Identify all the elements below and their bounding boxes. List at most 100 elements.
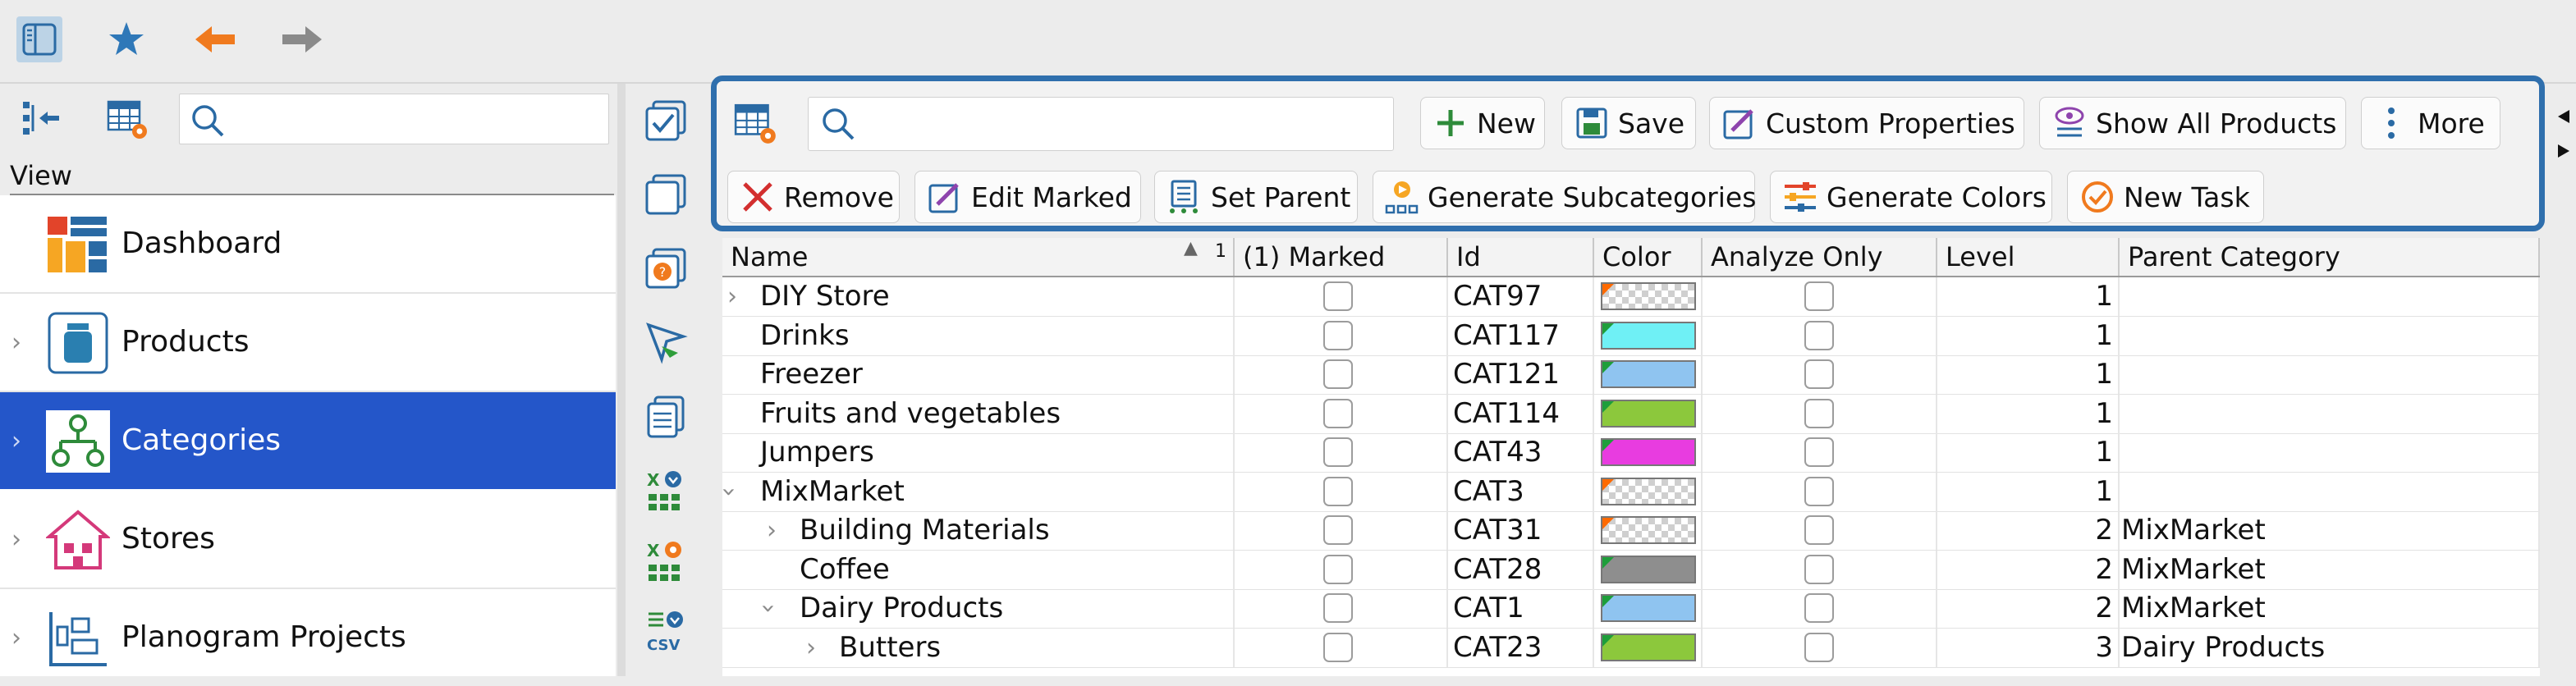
table-row[interactable]: › Butters CAT23 3 Dairy Products — [722, 628, 2540, 668]
set-parent-button[interactable]: Set Parent — [1154, 171, 1358, 223]
new-task-button[interactable]: New Task — [2067, 171, 2264, 223]
table-row[interactable]: Freezer CAT121 1 — [722, 355, 2540, 395]
table-row[interactable]: Fruits and vegetables CAT114 1 — [722, 394, 2540, 434]
excel-import-button[interactable]: X — [640, 464, 693, 517]
marked-checkbox[interactable] — [1323, 281, 1353, 311]
table-row[interactable]: Jumpers CAT43 1 — [722, 433, 2540, 473]
mark-all-button[interactable] — [640, 95, 693, 148]
nav-item-dashboard[interactable]: Dashboard — [0, 195, 616, 292]
copy-button[interactable] — [640, 391, 693, 443]
custom-properties-button[interactable]: Custom Properties — [1709, 97, 2024, 149]
cell-id: CAT28 — [1448, 550, 1594, 589]
color-swatch[interactable] — [1601, 594, 1696, 622]
color-swatch[interactable] — [1601, 438, 1696, 466]
csv-export-button[interactable]: CSV — [640, 606, 693, 658]
analyze-only-checkbox[interactable] — [1804, 320, 1834, 350]
table-settings-button[interactable] — [105, 97, 151, 143]
remove-button[interactable]: Remove — [727, 171, 900, 223]
forward-button[interactable] — [279, 16, 325, 62]
marked-checkbox[interactable] — [1323, 476, 1353, 506]
nav-item-planogram-projects[interactable]: › Planogram Projects — [0, 589, 616, 686]
color-swatch[interactable] — [1601, 516, 1696, 544]
table-row[interactable]: Drinks CAT117 1 — [722, 316, 2540, 356]
column-header-analyze-only[interactable]: Analyze Only — [1703, 238, 1937, 276]
analyze-only-checkbox[interactable] — [1804, 593, 1834, 623]
table-row[interactable]: › Building Materials CAT31 2 MixMarket — [722, 511, 2540, 551]
marked-checkbox[interactable] — [1323, 320, 1353, 350]
analyze-only-checkbox[interactable] — [1804, 281, 1834, 311]
analyze-only-checkbox[interactable] — [1804, 437, 1834, 467]
chevron-right-icon[interactable]: › — [767, 511, 777, 550]
table-row[interactable]: › MixMarket CAT3 1 — [715, 472, 2540, 512]
new-button[interactable]: New — [1420, 97, 1545, 149]
column-header-marked[interactable]: (1) Marked — [1235, 238, 1448, 276]
color-swatch[interactable] — [1601, 555, 1696, 583]
chevron-right-icon[interactable]: › — [11, 294, 21, 391]
column-settings-button[interactable] — [732, 100, 780, 148]
table-row[interactable]: Coffee CAT28 2 MixMarket — [722, 550, 2540, 590]
marked-checkbox[interactable] — [1323, 398, 1353, 428]
color-swatch[interactable] — [1601, 360, 1696, 388]
generate-colors-button[interactable]: Generate Colors — [1770, 171, 2052, 223]
nav-item-products[interactable]: › Products — [0, 294, 616, 391]
column-header-id[interactable]: Id — [1448, 238, 1594, 276]
chevron-right-icon[interactable]: › — [727, 277, 737, 316]
marked-checkbox[interactable] — [1323, 515, 1353, 545]
analyze-only-checkbox[interactable] — [1804, 359, 1834, 389]
panel-splitter[interactable] — [617, 84, 626, 676]
invert-marks-button[interactable]: ? — [640, 243, 693, 295]
select-cursor-button[interactable] — [640, 317, 693, 369]
favorites-button[interactable] — [103, 16, 149, 62]
more-button[interactable]: More — [2361, 97, 2500, 149]
analyze-only-checkbox[interactable] — [1804, 476, 1834, 506]
svg-text:CSV: CSV — [647, 637, 681, 654]
category-id: CAT121 — [1453, 358, 1561, 391]
color-swatch[interactable] — [1601, 399, 1696, 428]
save-button[interactable]: Save — [1561, 97, 1696, 149]
show-all-products-button[interactable]: Show All Products — [2039, 97, 2346, 149]
color-swatch[interactable] — [1601, 633, 1696, 661]
marked-checkbox[interactable] — [1323, 359, 1353, 389]
nav-item-label: Stores — [121, 522, 215, 556]
table-settings-icon — [107, 100, 147, 139]
cell-parent-category — [2120, 277, 2540, 316]
table-row[interactable]: › Dairy Products CAT1 2 MixMarket — [722, 589, 2540, 629]
chevron-right-icon[interactable]: › — [806, 629, 816, 667]
toolbar-scroll-arrows[interactable] — [2551, 98, 2576, 172]
table-row[interactable]: › DIY Store CAT97 1 — [722, 277, 2540, 317]
collapse-panel-button[interactable] — [20, 97, 64, 141]
analyze-only-checkbox[interactable] — [1804, 398, 1834, 428]
column-header-parent-category[interactable]: Parent Category — [2120, 238, 2540, 276]
analyze-only-checkbox[interactable] — [1804, 632, 1834, 662]
nav-item-categories[interactable]: › Categories — [0, 392, 616, 489]
analyze-only-checkbox[interactable] — [1804, 554, 1834, 584]
category-search-input[interactable] — [808, 97, 1394, 151]
chevron-down-icon[interactable]: › — [749, 604, 788, 614]
color-corner-marker — [1602, 284, 1614, 295]
unmark-all-button[interactable] — [640, 169, 693, 222]
column-header-name[interactable]: Name ▲ 1 — [722, 238, 1235, 276]
color-swatch[interactable] — [1601, 282, 1696, 310]
chevron-right-icon[interactable]: › — [11, 589, 21, 686]
marked-checkbox[interactable] — [1323, 593, 1353, 623]
toggle-sidebar-button[interactable] — [16, 16, 62, 62]
edit-marked-button[interactable]: Edit Marked — [914, 171, 1141, 223]
chevron-down-icon[interactable]: › — [710, 487, 749, 496]
marked-checkbox[interactable] — [1323, 632, 1353, 662]
nav-item-stores[interactable]: › Stores — [0, 491, 616, 588]
navigation-search-input[interactable] — [179, 94, 609, 144]
column-header-level[interactable]: Level — [1937, 238, 2120, 276]
color-swatch[interactable] — [1601, 477, 1696, 505]
table-header: Name ▲ 1 (1) Marked Id Color Analyze Onl… — [722, 238, 2540, 277]
marked-checkbox[interactable] — [1323, 554, 1353, 584]
category-id: CAT43 — [1453, 436, 1542, 469]
excel-settings-button[interactable]: X — [640, 535, 693, 588]
color-swatch[interactable] — [1601, 321, 1696, 350]
marked-checkbox[interactable] — [1323, 437, 1353, 467]
chevron-right-icon[interactable]: › — [11, 491, 21, 588]
analyze-only-checkbox[interactable] — [1804, 515, 1834, 545]
generate-subcategories-button[interactable]: Generate Subcategories — [1373, 171, 1756, 223]
chevron-right-icon[interactable]: › — [11, 392, 21, 489]
column-header-color[interactable]: Color — [1594, 238, 1703, 276]
back-button[interactable] — [192, 16, 238, 62]
